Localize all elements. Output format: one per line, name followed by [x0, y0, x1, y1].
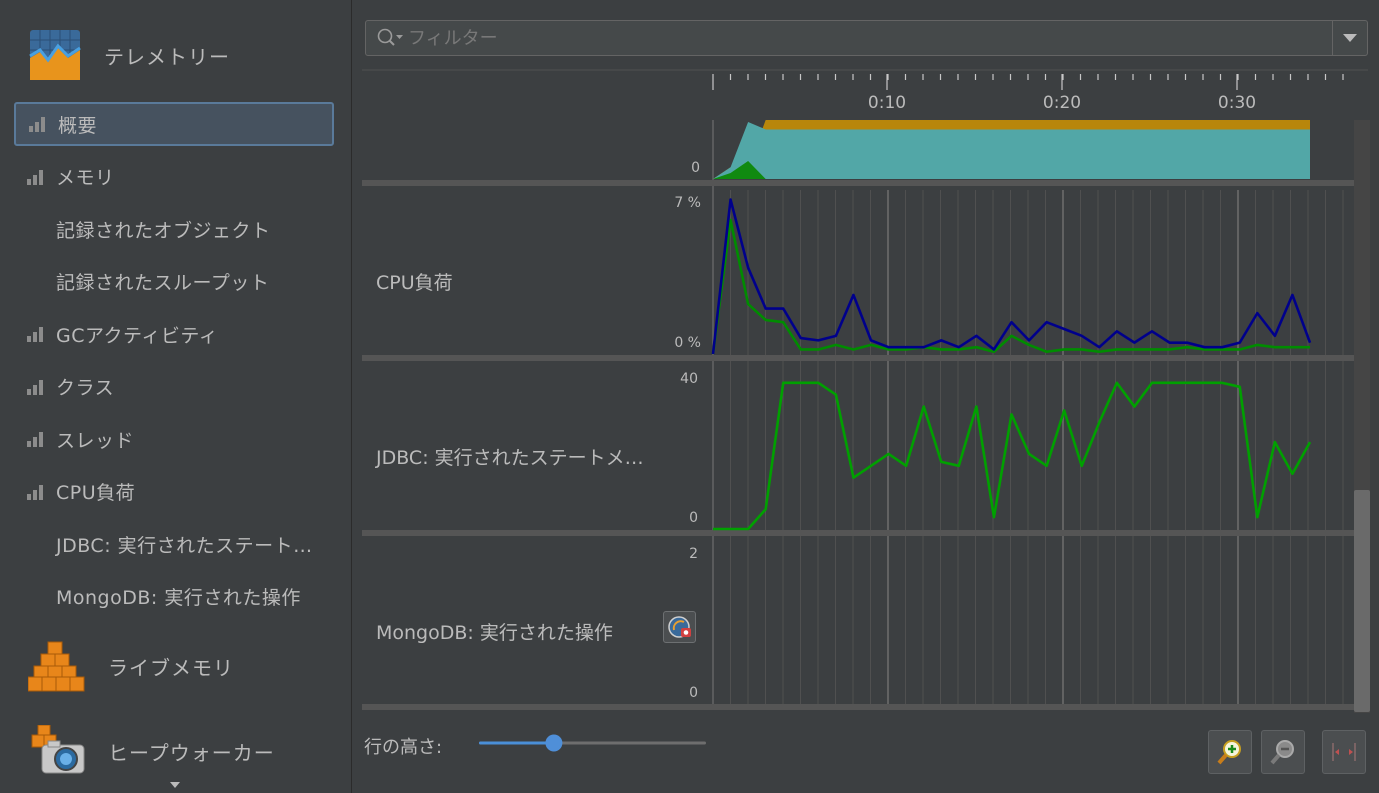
row-height-slider[interactable] [479, 734, 706, 752]
timeline-tick-label: 0:20 [1043, 93, 1081, 113]
axis-max-mongodb: 2 [689, 546, 698, 562]
row-separator [362, 530, 1354, 536]
row-label-jdbc[interactable]: JDBC: 実行されたステートメ… [376, 443, 644, 470]
row-separator [362, 704, 1354, 710]
zoom-out-icon [1270, 740, 1294, 765]
axis-min-memory: 0 [691, 160, 700, 176]
axis-max-cpu: 7 % [674, 195, 701, 211]
fit-width-icon [1332, 743, 1356, 761]
timeline-tick-label: 0:10 [868, 93, 906, 113]
fit-width-button[interactable] [1322, 730, 1366, 774]
zoom-in-button[interactable] [1208, 730, 1252, 774]
database-probe-icon[interactable] [663, 611, 696, 643]
zoom-in-icon [1217, 740, 1241, 765]
row-label-mongodb[interactable]: MongoDB: 実行された操作 [376, 618, 613, 645]
row-height-label: 行の高さ: [364, 737, 443, 758]
telemetry-charts[interactable]: 0:10 0:20 0:30 [0, 0, 1379, 793]
axis-min-jdbc: 0 [689, 510, 698, 526]
timeline-tick-label: 0:30 [1218, 93, 1256, 113]
axis-min-mongodb: 0 [689, 685, 698, 701]
row-separator [362, 180, 1354, 186]
zoom-out-button[interactable] [1261, 730, 1305, 774]
row-label-cpu[interactable]: CPU負荷 [376, 268, 453, 295]
axis-min-cpu: 0 % [674, 335, 701, 351]
vertical-scrollbar-thumb [1354, 490, 1370, 712]
axis-max-jdbc: 40 [680, 371, 698, 387]
row-separator [362, 355, 1354, 361]
memory-used-area [713, 122, 1310, 179]
